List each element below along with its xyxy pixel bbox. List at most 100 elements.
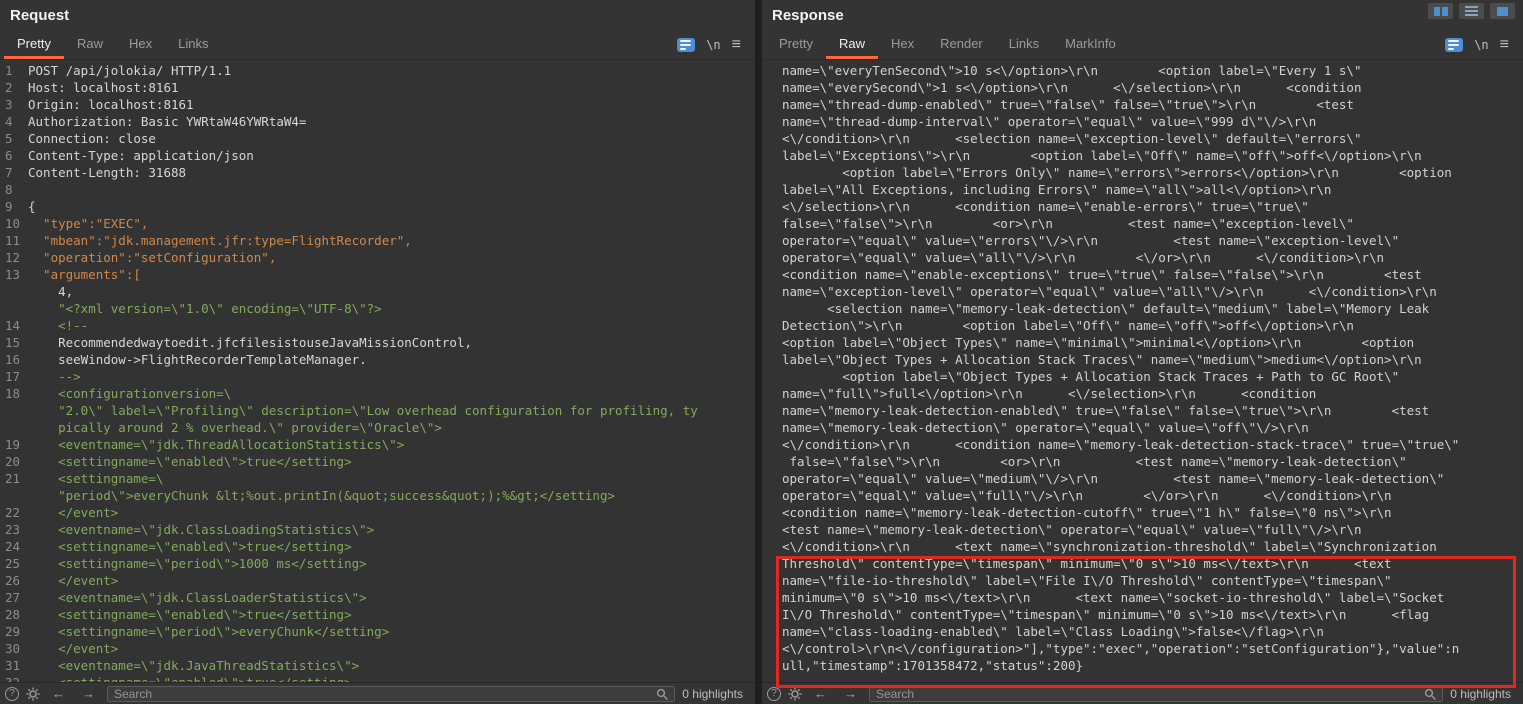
help-icon[interactable]: ?: [767, 687, 781, 701]
line-number: 25: [0, 555, 24, 572]
code-text: "arguments":[: [24, 266, 141, 283]
gear-icon: [788, 687, 802, 701]
word-wrap-icon[interactable]: [1445, 38, 1463, 52]
prev-match-button[interactable]: ←: [47, 687, 70, 700]
response-editor-icons: \n ≡: [1445, 30, 1513, 59]
request-code-line: 12 "operation":"setConfiguration",: [0, 249, 755, 266]
code-text: </event>: [24, 572, 118, 589]
request-code-line: 2Host: localhost:8161: [0, 79, 755, 96]
code-text: {: [24, 198, 36, 215]
panel-divider[interactable]: [755, 0, 762, 704]
line-number: 24: [0, 538, 24, 555]
code-text: <settingname=\"enabled\">true</setting>: [24, 453, 352, 470]
request-code-line: 32 <settingname=\"enabled\">true</settin…: [0, 674, 755, 682]
show-newlines-icon[interactable]: \n: [1474, 38, 1488, 52]
editor-menu-icon[interactable]: ≡: [1500, 37, 1509, 53]
next-match-button[interactable]: →: [839, 687, 862, 700]
response-code-line: operator=\"equal\" value=\"medium\"\/>\r…: [762, 470, 1523, 487]
response-tab[interactable]: Pretty: [766, 30, 826, 59]
show-newlines-icon[interactable]: \n: [706, 38, 720, 52]
line-number: [0, 283, 24, 300]
tabbar-spacer: [1129, 30, 1446, 59]
request-code-line: 15 Recommendedwaytoedit.jfcfilesistouseJ…: [0, 334, 755, 351]
response-tab[interactable]: MarkInfo: [1052, 30, 1129, 59]
request-tab[interactable]: Pretty: [4, 30, 64, 59]
search-icon: [1424, 688, 1437, 701]
response-tab[interactable]: Links: [996, 30, 1052, 59]
settings-gear-icon[interactable]: [26, 687, 40, 701]
layout-split-rows-button[interactable]: [1459, 3, 1484, 19]
line-number: [0, 402, 24, 419]
line-number: 21: [0, 470, 24, 487]
line-number: 12: [0, 249, 24, 266]
prev-match-button[interactable]: ←: [809, 687, 832, 700]
help-icon[interactable]: ?: [5, 687, 19, 701]
editor-menu-icon[interactable]: ≡: [732, 37, 741, 53]
line-number: 28: [0, 606, 24, 623]
response-code-line: <\/selection>\r\n <condition name=\"enab…: [762, 198, 1523, 215]
line-number: 5: [0, 130, 24, 147]
response-code-line: <option label=\"Object Types\" name=\"mi…: [762, 334, 1523, 351]
line-number: 3: [0, 96, 24, 113]
request-code-line: 30 </event>: [0, 640, 755, 657]
request-code: 1POST /api/jolokia/ HTTP/1.1 2Host: loca…: [0, 62, 755, 682]
request-tab[interactable]: Raw: [64, 30, 116, 59]
search-icon: [656, 688, 669, 701]
code-text: seeWindow->FlightRecorderTemplateManager…: [24, 351, 367, 368]
line-number: 6: [0, 147, 24, 164]
settings-gear-icon[interactable]: [788, 687, 802, 701]
layout-maximize-button[interactable]: [1490, 3, 1515, 19]
code-text: <eventname=\"jdk.ClassLoadingStatistics\…: [24, 521, 374, 538]
request-search-wrap: [107, 686, 675, 702]
request-code-line: 3Origin: localhost:8161: [0, 96, 755, 113]
response-tabs: Pretty Raw Hex Render Links: [766, 30, 1129, 59]
request-code-line: 16 seeWindow->FlightRecorderTemplateMana…: [0, 351, 755, 368]
response-tab[interactable]: Hex: [878, 30, 927, 59]
response-code-line: name=\"file-io-threshold\" label=\"File …: [762, 572, 1523, 589]
code-text: <eventname=\"jdk.JavaThreadStatistics\">: [24, 657, 359, 674]
request-editor[interactable]: 1POST /api/jolokia/ HTTP/1.1 2Host: loca…: [0, 60, 755, 682]
code-text: Origin: localhost:8161: [24, 96, 194, 113]
line-number: [0, 487, 24, 504]
layout-split-columns-button[interactable]: [1428, 3, 1453, 19]
response-code-line: <test name=\"memory-leak-detection\" ope…: [762, 521, 1523, 538]
response-code-line: <selection name=\"memory-leak-detection\…: [762, 300, 1523, 317]
request-code-line: 29 <settingname=\"period\">everyChunk</s…: [0, 623, 755, 640]
response-code-line: <\/condition>\r\n <text name=\"synchroni…: [762, 538, 1523, 555]
request-code-line: 1POST /api/jolokia/ HTTP/1.1: [0, 62, 755, 79]
tab-label: MarkInfo: [1065, 36, 1116, 51]
tab-label: Links: [1009, 36, 1039, 51]
code-text: pically around 2 % overhead.\" provider=…: [24, 419, 442, 436]
request-tab[interactable]: Hex: [116, 30, 165, 59]
response-code-line: name=\"exception-level\" operator=\"equa…: [762, 283, 1523, 300]
tabbar-spacer: [221, 30, 677, 59]
line-number: 13: [0, 266, 24, 283]
response-code-line: name=\"everyTenSecond\">10 s<\/option>\r…: [762, 62, 1523, 79]
search-input[interactable]: [869, 686, 1443, 702]
line-number: 2: [0, 79, 24, 96]
response-code-line: <\/control>\r\n<\/configuration>"],"type…: [762, 640, 1523, 657]
code-text: <configurationversion=\: [24, 385, 231, 402]
request-code-line: 11 "mbean":"jdk.management.jfr:type=Flig…: [0, 232, 755, 249]
line-number: 4: [0, 113, 24, 130]
response-code-line: label=\"All Exceptions, including Errors…: [762, 181, 1523, 198]
tab-label: Raw: [839, 36, 865, 51]
request-code-line: 26 </event>: [0, 572, 755, 589]
code-text: <!--: [24, 317, 88, 334]
word-wrap-icon[interactable]: [677, 38, 695, 52]
line-number: [0, 419, 24, 436]
code-text: Authorization: Basic YWRtaW46YWRtaW4=: [24, 113, 306, 130]
request-code-line: 7Content-Length: 31688: [0, 164, 755, 181]
line-number: 30: [0, 640, 24, 657]
request-code-line: 21 <settingname=\: [0, 470, 755, 487]
response-code-line: label=\"Exceptions\">\r\n <option label=…: [762, 147, 1523, 164]
response-tab[interactable]: Raw: [826, 30, 878, 59]
request-code-line: 28 <settingname=\"enabled\">true</settin…: [0, 606, 755, 623]
code-text: Recommendedwaytoedit.jfcfilesistouseJava…: [24, 334, 472, 351]
next-match-button[interactable]: →: [77, 687, 100, 700]
request-tab[interactable]: Links: [165, 30, 221, 59]
response-tab[interactable]: Render: [927, 30, 996, 59]
code-text: </event>: [24, 640, 118, 657]
response-editor[interactable]: name=\"everyTenSecond\">10 s<\/option>\r…: [762, 60, 1523, 682]
search-input[interactable]: [107, 686, 675, 702]
